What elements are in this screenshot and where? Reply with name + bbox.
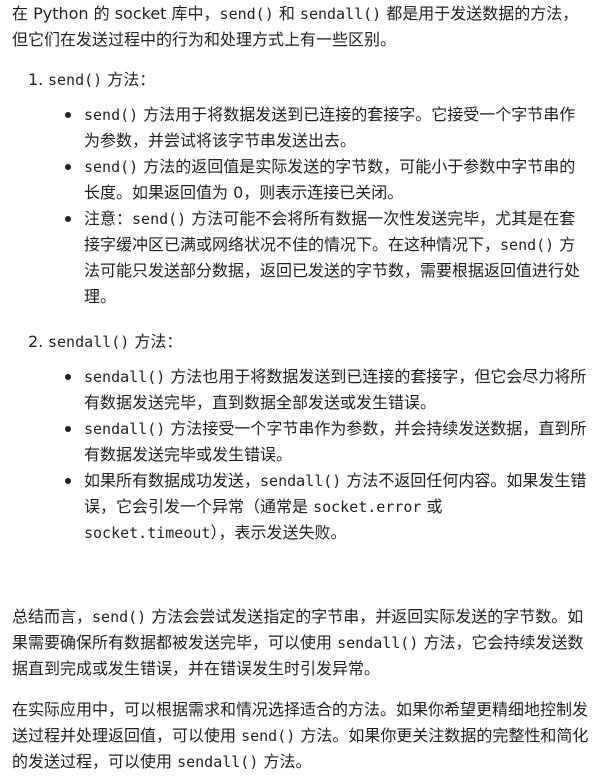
inline-code-socket-timeout: socket.timeout [84,524,211,542]
section-title: 方法： [102,70,156,89]
section-heading-send: 1. send() 方法： [28,67,588,93]
inline-code-send: send() [84,106,139,124]
bullet-text: 注意： [84,209,133,228]
inline-code-send: send() [132,210,187,228]
list-item: 注意：send() 方法可能不会将所有数据一次性发送完毕，尤其是在套接字缓冲区已… [62,206,590,310]
inline-code-send: send() [500,236,555,254]
inline-code-sendall: sendall() [84,420,166,438]
section-2-bullet-list: sendall() 方法也用于将数据发送到已连接的套接字，但它会尽力将所有数据发… [62,364,590,546]
answer-document: 在 Python 的 socket 库中，send() 和 sendall() … [0,0,601,782]
section-heading-sendall: 2. sendall() 方法： [28,329,588,355]
section-number: 1. [28,70,44,89]
inline-code-send: send() [48,71,103,89]
intro-text-2: 和 [273,4,300,23]
inline-code-send: send() [219,5,274,23]
intro-text-1: 在 Python 的 socket 库中， [12,4,220,23]
section-title: 方法： [129,332,183,351]
inline-code-sendall: sendall() [48,333,130,351]
inline-code-sendall: sendall() [177,753,259,771]
section-number: 2. [28,332,44,351]
inline-code-send: send() [92,608,147,626]
bullet-text: 如果所有数据成功发送， [84,471,261,490]
inline-code-sendall: sendall() [84,368,166,386]
inline-code-sendall: sendall() [299,5,382,23]
inline-code-sendall: sendall() [337,634,419,652]
inline-code-socket-error: socket.error [313,498,422,516]
bullet-text: 方法用于将数据发送到已连接的套接字。它接受一个字节串作为参数，并尝试将该字节串发… [84,105,576,150]
bullet-text: ），表示发送失败。 [210,523,347,542]
list-item: sendall() 方法接受一个字节串作为参数，并会持续发送数据，直到所有数据发… [62,416,590,468]
list-item: 如果所有数据成功发送，sendall() 方法不返回任何内容。如果发生错误，它会… [62,468,590,546]
list-item: send() 方法的返回值是实际发送的字节数，可能小于参数中字节串的长度。如果返… [62,154,590,206]
closing-text: 方法。 [258,752,312,771]
closing-paragraph: 在实际应用中，可以根据需求和情况选择适合的方法。如果你希望更精细地控制发送过程并… [12,697,592,775]
bullet-text: 方法的返回值是实际发送的字节数，可能小于参数中字节串的长度。如果返回值为 0，则… [84,157,576,202]
inline-code-send: send() [241,727,296,745]
intro-paragraph: 在 Python 的 socket 库中，send() 和 sendall() … [12,1,592,53]
summary-paragraph: 总结而言，send() 方法会尝试发送指定的字节串，并返回实际发送的字节数。如果… [12,604,592,682]
list-item: sendall() 方法也用于将数据发送到已连接的套接字，但它会尽力将所有数据发… [62,364,590,416]
bullet-text: 或 [421,497,443,516]
inline-code-sendall: sendall() [260,472,342,490]
section-1-bullet-list: send() 方法用于将数据发送到已连接的套接字。它接受一个字节串作为参数，并尝… [62,102,590,310]
list-item: send() 方法用于将数据发送到已连接的套接字。它接受一个字节串作为参数，并尝… [62,102,590,154]
inline-code-send: send() [84,158,139,176]
summary-text: 总结而言， [12,607,93,626]
